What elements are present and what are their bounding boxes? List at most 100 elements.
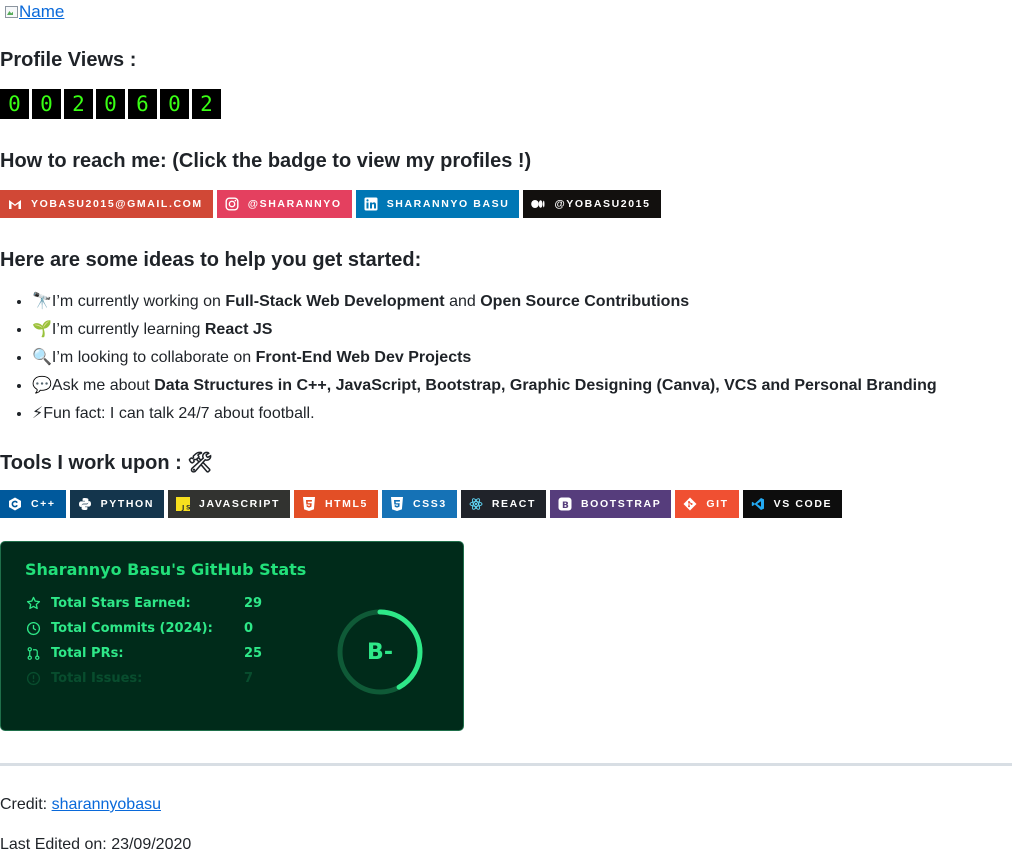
counter-digit: 0 <box>0 89 29 119</box>
name-image-link[interactable]: Name <box>4 2 64 22</box>
item-text: Ask me about <box>51 377 155 394</box>
pull-request-icon <box>25 645 41 661</box>
star-icon <box>25 595 41 611</box>
rank-grade: B- <box>367 639 393 665</box>
item-bold: Open Source Contributions <box>480 293 690 310</box>
credit-line: Credit: sharannyobasu <box>0 796 161 814</box>
divider <box>0 763 1012 766</box>
bootstrap-badge[interactable]: B BOOTSTRAP <box>550 490 672 518</box>
svg-text:B: B <box>562 501 570 511</box>
html5-badge[interactable]: HTML5 <box>293 490 378 518</box>
stat-label: Total PRs: <box>51 645 124 661</box>
github-stats-card[interactable]: Sharannyo Basu's GitHub Stats Total Star… <box>0 541 464 731</box>
javascript-icon: JS <box>176 497 191 512</box>
counter-digit: 0 <box>96 89 125 119</box>
counter-digit: 6 <box>128 89 157 119</box>
counter-digit: 2 <box>64 89 93 119</box>
list-item: 🔍I’m looking to collaborate on Front-End… <box>32 344 937 372</box>
stat-value: 25 <box>244 645 263 661</box>
javascript-badge[interactable]: JS JAVASCRIPT <box>168 490 290 518</box>
counter-digit: 0 <box>32 89 61 119</box>
html5-badge-label: HTML5 <box>324 498 368 510</box>
stats-title: Sharannyo Basu's GitHub Stats <box>25 560 307 579</box>
list-item: 🔭I’m currently working on Full-Stack Web… <box>32 288 937 316</box>
stat-row-stars: Total Stars Earned: 29 <box>25 595 262 611</box>
last-edited-text: Last Edited on: 23/09/2020 <box>0 836 192 853</box>
stat-label: Total Issues: <box>51 670 143 686</box>
credit-label: Credit: <box>0 796 52 813</box>
medium-badge[interactable]: @YOBASU2015 <box>523 190 661 218</box>
list-item: 💬Ask me about Data Structures in C++, Ja… <box>32 372 937 400</box>
item-bold: React JS <box>204 321 273 338</box>
vscode-icon <box>751 497 765 511</box>
speech-bubble-icon: 💬 <box>32 377 52 394</box>
stat-value: 29 <box>244 595 263 611</box>
ideas-list: 🔭I’m currently working on Full-Stack Web… <box>0 288 937 428</box>
item-text: and <box>444 293 481 310</box>
instagram-icon <box>225 197 239 211</box>
linkedin-icon <box>364 197 378 211</box>
instagram-badge[interactable]: @SHARANNYO <box>216 190 352 218</box>
css3-badge[interactable]: CSS3 <box>381 490 457 518</box>
item-text: Fun fact: I can talk 24/7 about football… <box>43 405 315 422</box>
bootstrap-icon: B <box>558 497 572 511</box>
stat-label: Total Stars Earned: <box>51 595 191 611</box>
name-image-alt: Name <box>19 2 65 21</box>
css3-icon <box>390 497 404 511</box>
broken-image-icon <box>4 4 18 20</box>
item-text: I’m currently learning <box>51 321 205 338</box>
linkedin-badge-label: SHARANNYO BASU <box>386 198 510 210</box>
stat-value: 0 <box>244 620 254 636</box>
instagram-badge-label: @SHARANNYO <box>247 198 342 210</box>
magnifier-icon: 🔍 <box>32 349 52 366</box>
list-item: ⚡Fun fact: I can talk 24/7 about footbal… <box>32 400 937 428</box>
profile-views-heading: Profile Views : <box>0 49 137 71</box>
cplusplus-icon <box>8 497 22 511</box>
list-item: 🌱I’m currently learning React JS <box>32 316 937 344</box>
gmail-icon <box>8 197 22 211</box>
vscode-badge[interactable]: VS CODE <box>742 490 843 518</box>
telescope-icon: 🔭 <box>32 293 52 310</box>
react-icon <box>469 497 483 511</box>
credit-link[interactable]: sharannyobasu <box>52 796 161 813</box>
item-bold: Front-End Web Dev Projects <box>255 349 472 366</box>
git-badge-label: GIT <box>706 498 729 510</box>
medium-badge-label: @YOBASU2015 <box>554 198 651 210</box>
stat-label: Total Commits (2024): <box>51 620 213 636</box>
python-icon <box>78 497 92 511</box>
profile-views-counter: 0 0 2 0 6 0 2 <box>0 89 221 119</box>
stat-row-prs: Total PRs: 25 <box>25 645 262 661</box>
counter-digit: 0 <box>160 89 189 119</box>
tools-heading: Tools I work upon : 🛠 <box>0 452 213 474</box>
tools-badges: C++ PYTHON JS JAVASCRIPT HTML5 CSS3 REAC… <box>0 490 843 518</box>
cplusplus-badge[interactable]: C++ <box>0 490 66 518</box>
python-badge-label: PYTHON <box>100 498 155 510</box>
react-badge-label: REACT <box>491 498 536 510</box>
item-text: I’m looking to collaborate on <box>51 349 256 366</box>
gmail-badge-label: YOBASU2015@GMAIL.COM <box>31 198 203 210</box>
item-bold: Full-Stack Web Development <box>225 293 445 310</box>
clock-icon <box>25 620 41 636</box>
git-icon <box>683 497 697 511</box>
medium-icon <box>531 197 545 211</box>
lightning-icon: ⚡ <box>32 405 44 422</box>
contact-badges: YOBASU2015@GMAIL.COM @SHARANNYO SHARANNY… <box>0 190 661 218</box>
git-badge[interactable]: GIT <box>675 490 739 518</box>
reach-me-heading: How to reach me: (Click the badge to vie… <box>0 150 532 172</box>
seedling-icon: 🌱 <box>32 321 52 338</box>
css3-badge-label: CSS3 <box>412 498 447 510</box>
stat-row-commits: Total Commits (2024): 0 <box>25 620 253 636</box>
bootstrap-badge-label: BOOTSTRAP <box>581 498 662 510</box>
vscode-badge-label: VS CODE <box>773 498 833 510</box>
python-badge[interactable]: PYTHON <box>69 490 165 518</box>
ideas-heading: Here are some ideas to help you get star… <box>0 249 422 271</box>
react-badge[interactable]: REACT <box>460 490 546 518</box>
counter-digit: 2 <box>192 89 221 119</box>
linkedin-badge[interactable]: SHARANNYO BASU <box>355 190 520 218</box>
html5-icon <box>302 497 316 511</box>
svg-text:JS: JS <box>181 504 190 512</box>
gmail-badge[interactable]: YOBASU2015@GMAIL.COM <box>0 190 213 218</box>
item-text: I’m currently working on <box>51 293 226 310</box>
issue-icon <box>25 670 41 686</box>
item-bold: Data Structures in C++, JavaScript, Boot… <box>154 377 937 394</box>
